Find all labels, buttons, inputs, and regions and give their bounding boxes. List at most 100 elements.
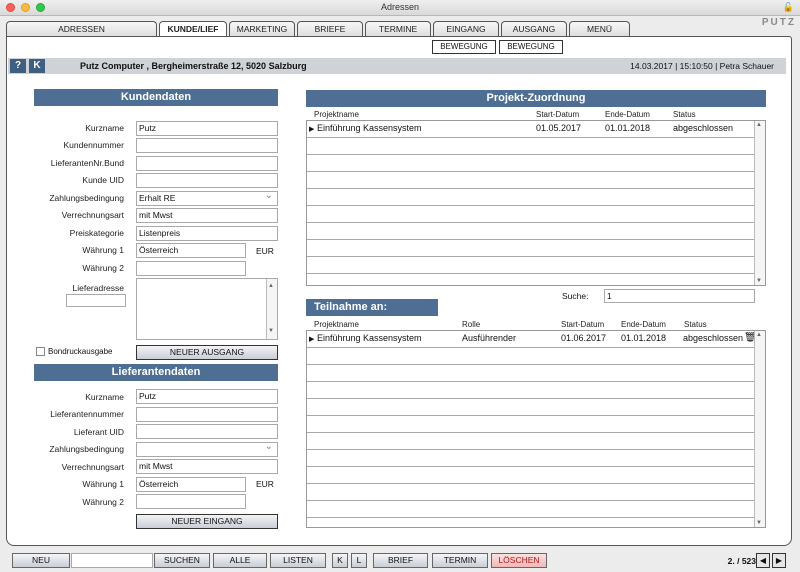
tab-eingang[interactable]: EINGANG xyxy=(433,21,499,37)
row-pointer-icon: ▶ xyxy=(309,126,315,133)
lieferantendaten-heading: Lieferantendaten xyxy=(34,364,278,381)
lieferadresse-scrollbar[interactable]: ▲ ▼ xyxy=(266,279,277,339)
teilnahme-scrollbar[interactable]: ▲ ▼ xyxy=(754,331,765,527)
projekt-col-name: Projektname xyxy=(314,110,359,119)
lieferadresse-textarea[interactable]: ▲ ▼ xyxy=(136,278,278,340)
table-row[interactable] xyxy=(307,399,755,416)
kunde-waehrung2-field[interactable] xyxy=(136,261,246,276)
table-row[interactable]: ▶ Einführung Kassensystem Ausführender 0… xyxy=(307,331,757,348)
termin-button[interactable]: TERMIN xyxy=(432,553,488,568)
table-row[interactable] xyxy=(307,450,755,467)
scroll-up-icon[interactable]: ▲ xyxy=(756,332,762,338)
tab-ausgang[interactable]: AUSGANG xyxy=(501,21,567,37)
table-row[interactable] xyxy=(307,484,755,501)
suche-field[interactable]: 1 xyxy=(604,289,755,303)
bondruck-checkbox[interactable] xyxy=(36,347,45,356)
alle-button[interactable]: ALLE xyxy=(213,553,267,568)
lieferant-uid-field[interactable] xyxy=(136,424,278,439)
neuer-ausgang-button[interactable]: NEUER AUSGANG xyxy=(136,345,278,360)
table-row[interactable] xyxy=(307,138,755,155)
help-button[interactable]: ? xyxy=(10,59,26,73)
suche-label: Suche: xyxy=(562,291,589,301)
brief-button[interactable]: BRIEF xyxy=(373,553,428,568)
bottom-search-field[interactable] xyxy=(71,553,153,568)
teilnahme-heading: Teilnahme an: xyxy=(306,299,438,316)
tab-termine[interactable]: TERMINE xyxy=(365,21,431,37)
table-row[interactable]: ▶ Einführung Kassensystem 01.05.2017 01.… xyxy=(307,121,755,138)
projekt-table: ▶ Einführung Kassensystem 01.05.2017 01.… xyxy=(306,120,766,286)
label-kunde-uid: Kunde UID xyxy=(82,175,124,185)
lieferanten-bund-field[interactable] xyxy=(136,156,278,171)
kunde-zahlungsbedingung-select[interactable]: Erhalt RE xyxy=(136,191,278,206)
bewegung-button-1[interactable]: BEWEGUNG xyxy=(432,40,496,54)
preiskategorie-field[interactable]: Listenpreis xyxy=(136,226,278,241)
scroll-down-icon[interactable]: ▼ xyxy=(756,278,762,284)
lief-zahlungsbedingung-select[interactable] xyxy=(136,442,278,457)
table-row[interactable] xyxy=(307,172,755,189)
table-row[interactable] xyxy=(307,348,755,365)
kunde-waehrung1-field[interactable]: Österreich xyxy=(136,243,246,258)
teilnahme-start-cell: 01.06.2017 xyxy=(561,333,607,343)
table-row[interactable] xyxy=(307,501,755,518)
table-row[interactable] xyxy=(307,257,755,274)
next-record-icon[interactable]: ▶ xyxy=(772,553,786,568)
table-row[interactable] xyxy=(307,240,755,257)
scroll-up-icon[interactable]: ▲ xyxy=(268,280,274,293)
table-row[interactable] xyxy=(307,433,755,450)
scroll-down-icon[interactable]: ▼ xyxy=(268,325,274,338)
kunde-waehrung1-unit: EUR xyxy=(256,246,274,256)
teilnahme-name-cell: Einführung Kassensystem xyxy=(317,333,422,343)
suchen-button[interactable]: SUCHEN xyxy=(154,553,210,568)
listen-button[interactable]: LISTEN xyxy=(270,553,326,568)
tab-adressen[interactable]: ADRESSEN xyxy=(6,21,157,37)
kundennummer-field[interactable] xyxy=(136,138,278,153)
tab-kunde-lief[interactable]: KUNDE/LIEF xyxy=(159,21,227,37)
lief-verrechnungsart-field[interactable]: mit Mwst xyxy=(136,459,278,474)
tab-menu[interactable]: MENÜ xyxy=(569,21,630,37)
kunde-verrechnungsart-field[interactable]: mit Mwst xyxy=(136,208,278,223)
teilnahme-col-rolle: Rolle xyxy=(462,320,481,329)
label-lief-kurzname: Kurzname xyxy=(85,392,124,402)
k-button[interactable]: K xyxy=(29,59,45,73)
lief-kurzname-field[interactable]: Putz xyxy=(136,389,278,404)
tab-briefe[interactable]: BRIEFE xyxy=(297,21,363,37)
neu-button[interactable]: NEU xyxy=(12,553,70,568)
l-list-button[interactable]: L xyxy=(351,553,367,568)
table-row[interactable] xyxy=(307,382,755,399)
label-lief-waehrung2: Währung 2 xyxy=(82,497,124,507)
table-row[interactable] xyxy=(307,416,755,433)
previous-record-icon[interactable]: ◀ xyxy=(756,553,770,568)
label-lieferant-uid: Lieferant UID xyxy=(73,427,124,437)
table-row[interactable] xyxy=(307,206,755,223)
teilnahme-col-name: Projektname xyxy=(314,320,359,329)
label-kundennummer: Kundennummer xyxy=(63,140,124,150)
bottom-toolbar: NEU SUCHEN ALLE LISTEN K L BRIEF TERMIN … xyxy=(0,550,800,572)
lieferantennummer-field[interactable] xyxy=(136,407,278,422)
tab-marketing[interactable]: MARKETING xyxy=(229,21,295,37)
projekt-col-start: Start-Datum xyxy=(536,110,580,119)
table-row[interactable] xyxy=(307,365,755,382)
kunde-uid-field[interactable] xyxy=(136,173,278,188)
label-lieferantennummer: Lieferantennummer xyxy=(50,409,124,419)
teilnahme-status-cell: abgeschlossen xyxy=(683,333,744,343)
scroll-down-icon[interactable]: ▼ xyxy=(756,520,762,526)
kunde-kurzname-field[interactable]: Putz xyxy=(136,121,278,136)
label-lief-verrechnungsart: Verrechnungsart xyxy=(61,462,124,472)
lief-waehrung2-field[interactable] xyxy=(136,494,246,509)
window-title: Adressen xyxy=(380,2,420,12)
lieferadresse-small-field[interactable] xyxy=(66,294,126,307)
table-row[interactable] xyxy=(307,467,755,484)
bewegung-button-2[interactable]: BEWEGUNG xyxy=(499,40,563,54)
lief-waehrung1-field[interactable]: Österreich xyxy=(136,477,246,492)
company-address: Putz Computer , Bergheimerstraße 12, 502… xyxy=(80,61,307,71)
scroll-up-icon[interactable]: ▲ xyxy=(756,122,762,128)
loeschen-button[interactable]: LÖSCHEN xyxy=(491,553,547,568)
table-row[interactable] xyxy=(307,189,755,206)
lock-icon: 🔓 xyxy=(782,2,794,12)
neuer-eingang-button[interactable]: NEUER EINGANG xyxy=(136,514,278,529)
projekt-scrollbar[interactable]: ▲ ▼ xyxy=(754,121,765,285)
table-row[interactable] xyxy=(307,155,755,172)
table-row[interactable] xyxy=(307,223,755,240)
k-list-button[interactable]: K xyxy=(332,553,348,568)
label-verrechnungsart: Verrechnungsart xyxy=(61,210,124,220)
